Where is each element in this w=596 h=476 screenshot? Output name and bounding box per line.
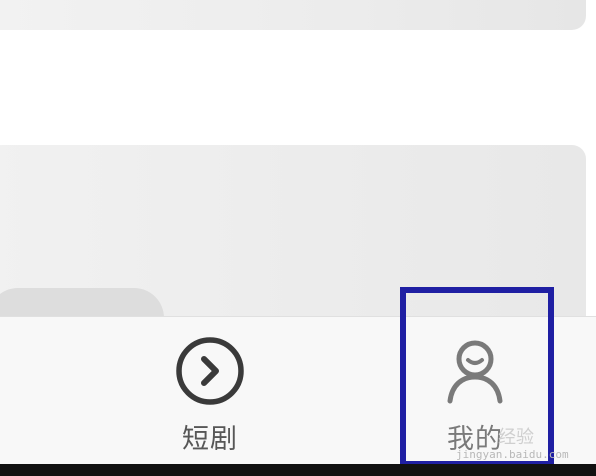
watermark-url: jingyan.baidu.com	[456, 448, 569, 461]
content-card-top[interactable]	[0, 0, 586, 30]
chevron-right-circle-icon	[174, 335, 246, 411]
bottom-edge-strip	[0, 464, 596, 476]
tab-duanju-label: 短剧	[182, 424, 238, 455]
tab-duanju[interactable]: 短剧	[150, 317, 270, 465]
watermark-brand: 经验	[498, 427, 534, 448]
